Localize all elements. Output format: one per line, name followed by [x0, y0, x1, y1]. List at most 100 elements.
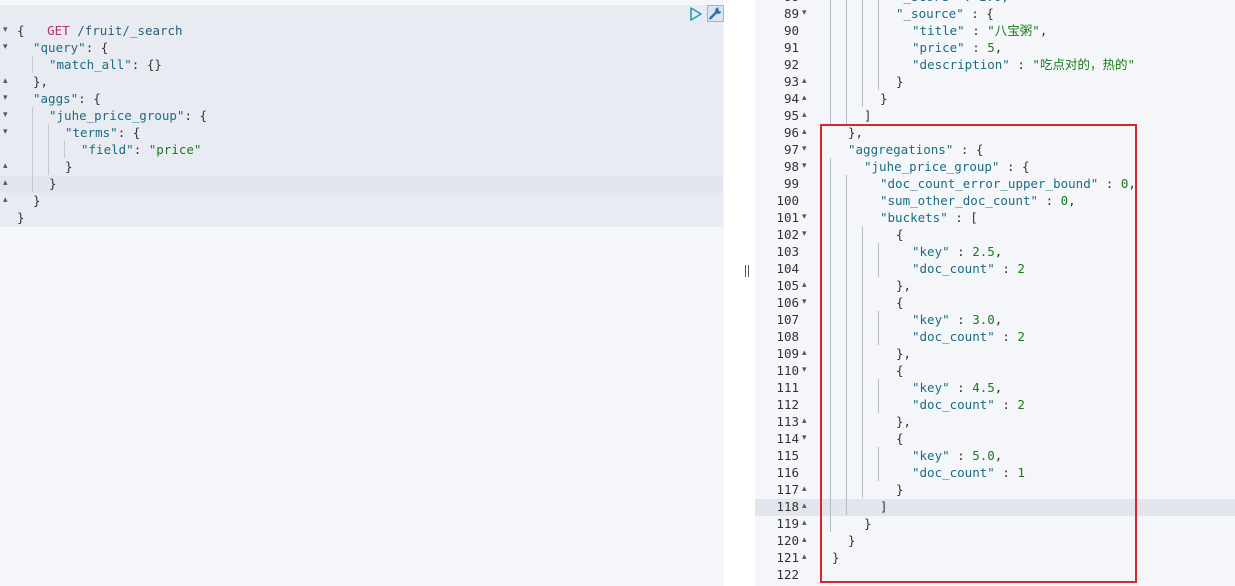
line-number: 111: [776, 380, 799, 395]
code-token: },: [33, 74, 49, 89]
fold-close-icon[interactable]: ▴: [802, 532, 807, 549]
fold-close-icon[interactable]: ▴: [802, 413, 807, 430]
code-text: {: [17, 22, 25, 39]
code-text: }: [848, 532, 856, 549]
fold-open-icon[interactable]: ▾: [802, 226, 807, 243]
code-text: "doc_count" : 1: [912, 464, 1025, 481]
fold-close-icon[interactable]: ▴: [802, 90, 807, 107]
fold-close-icon[interactable]: ▴: [3, 175, 8, 192]
line-number: 116: [776, 465, 799, 480]
code-token: :: [994, 465, 1018, 480]
line-number: 92: [783, 57, 799, 72]
fold-open-icon[interactable]: ▾: [802, 294, 807, 311]
request-settings-button[interactable]: [707, 5, 724, 22]
code-token: },: [896, 346, 912, 361]
code-text: "key" : 2.5,: [912, 243, 1002, 260]
fold-close-icon[interactable]: ▴: [3, 73, 8, 90]
code-token: {: [896, 227, 904, 242]
fold-close-icon[interactable]: ▴: [802, 345, 807, 362]
indent-guide: [878, 243, 879, 277]
code-token: "juhe_price_group": [864, 159, 1000, 174]
code-text: {: [896, 294, 904, 311]
fold-open-icon[interactable]: ▾: [802, 362, 807, 379]
indent-guide: [32, 107, 33, 192]
code-token: 2: [1017, 397, 1025, 412]
code-text: },: [896, 413, 911, 430]
fold-open-icon[interactable]: ▾: [3, 90, 8, 107]
code-token: :: [949, 380, 973, 395]
fold-close-icon[interactable]: ▴: [3, 192, 8, 209]
code-text: },: [33, 73, 48, 90]
code-token: :: [1098, 176, 1121, 191]
code-token: : {: [999, 159, 1030, 174]
fold-open-icon[interactable]: ▾: [802, 430, 807, 447]
code-text: "_source" : {: [896, 5, 994, 22]
fold-close-icon[interactable]: ▴: [802, 515, 807, 532]
response-viewer[interactable]: 88"_score" : 1.0,89▾"_source" : {90"titl…: [755, 0, 1235, 586]
fold-open-icon[interactable]: ▾: [802, 5, 807, 22]
pane-splitter[interactable]: [724, 0, 755, 586]
request-editor-empty-area[interactable]: [0, 228, 723, 586]
code-token: :: [994, 329, 1018, 344]
indent-guide: [878, 379, 879, 413]
code-token: 2.5: [972, 244, 995, 259]
code-text: "key" : 3.0,: [912, 311, 1002, 328]
fold-close-icon[interactable]: ▴: [802, 498, 807, 515]
code-token: : {: [953, 142, 984, 157]
code-token: :: [949, 244, 973, 259]
fold-close-icon[interactable]: ▴: [802, 107, 807, 124]
code-token: }: [864, 516, 872, 531]
request-editor[interactable]: GET /fruit/_search ▾{▾ "query": {"match_a…: [0, 0, 724, 586]
code-token: "_source": [896, 6, 964, 21]
line-number: 102: [776, 227, 799, 242]
indent-guide: [878, 311, 879, 345]
fold-close-icon[interactable]: ▴: [802, 481, 807, 498]
fold-open-icon[interactable]: ▾: [802, 158, 807, 175]
indent-guide: [878, 447, 879, 481]
code-token: "key": [912, 244, 950, 259]
code-token: "buckets": [880, 210, 948, 225]
code-text: "key" : 4.5,: [912, 379, 1002, 396]
code-text: {: [896, 430, 904, 447]
indent-guide: [830, 0, 831, 124]
request-path: /fruit/_search: [77, 23, 183, 38]
code-token: }: [17, 210, 25, 225]
line-number: 119: [776, 516, 799, 531]
line-number: 118: [776, 499, 799, 514]
code-text: },: [896, 345, 911, 362]
code-token: "description": [912, 57, 1010, 72]
line-number: 121: [776, 550, 799, 565]
code-token: "field": [81, 142, 134, 157]
run-request-button[interactable]: [689, 6, 703, 22]
code-token: :: [994, 397, 1018, 412]
fold-open-icon[interactable]: ▾: [3, 107, 8, 124]
code-token: }: [896, 74, 904, 89]
code-text: "doc_count" : 2: [912, 396, 1025, 413]
line-number: 100: [776, 193, 799, 208]
fold-open-icon[interactable]: ▾: [802, 141, 807, 158]
fold-close-icon[interactable]: ▴: [802, 549, 807, 566]
code-text: "doc_count_error_upper_bound" : 0,: [880, 175, 1136, 192]
splitter-grip-icon[interactable]: [745, 265, 751, 277]
fold-open-icon[interactable]: ▾: [3, 22, 8, 39]
code-token: :: [1038, 193, 1061, 208]
code-token: "price": [912, 40, 965, 55]
fold-close-icon[interactable]: ▴: [802, 277, 807, 294]
code-text: "aggs": {: [33, 90, 101, 107]
fold-open-icon[interactable]: ▾: [3, 39, 8, 56]
line-number: 98: [783, 159, 799, 174]
code-token: "吃点对的，热的": [1032, 57, 1135, 72]
code-text: "title" : "八宝粥",: [912, 22, 1047, 39]
line-number: 120: [776, 533, 799, 548]
fold-open-icon[interactable]: ▾: [802, 209, 807, 226]
fold-close-icon[interactable]: ▴: [802, 73, 807, 90]
code-text: {: [896, 226, 904, 243]
fold-close-icon[interactable]: ▴: [802, 124, 807, 141]
fold-open-icon[interactable]: ▾: [3, 124, 8, 141]
code-token: }: [896, 482, 904, 497]
code-token: : [: [947, 210, 978, 225]
line-number: 90: [783, 23, 799, 38]
fold-close-icon[interactable]: ▴: [3, 158, 8, 175]
code-token: ]: [864, 108, 872, 123]
code-text: "juhe_price_group" : {: [864, 158, 1030, 175]
